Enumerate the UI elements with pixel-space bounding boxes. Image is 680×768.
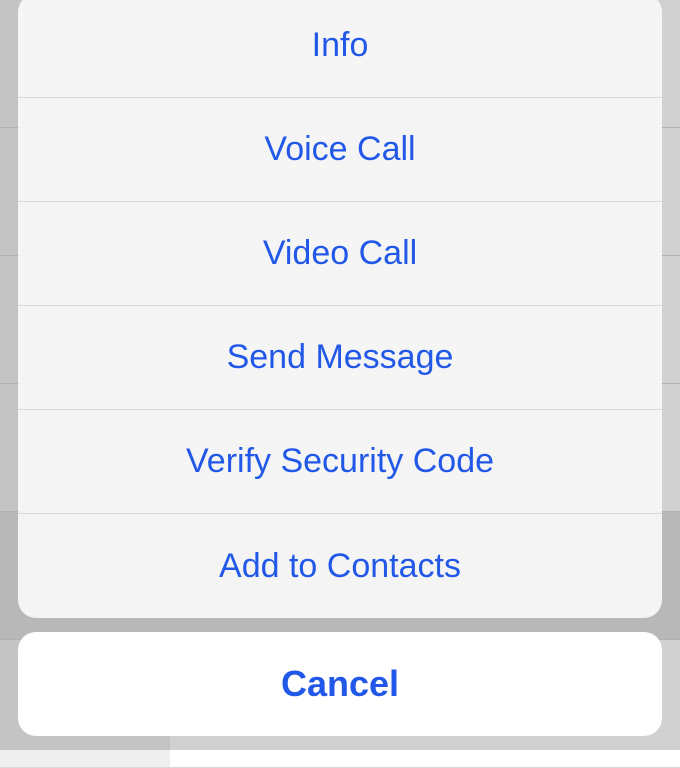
action-sheet: Info Voice Call Video Call Send Message …	[0, 0, 680, 750]
send-message-button[interactable]: Send Message	[18, 306, 662, 410]
info-button[interactable]: Info	[18, 0, 662, 98]
add-to-contacts-button[interactable]: Add to Contacts	[18, 514, 662, 618]
video-call-button[interactable]: Video Call	[18, 202, 662, 306]
voice-call-label: Voice Call	[264, 130, 415, 169]
cancel-button[interactable]: Cancel	[18, 632, 662, 736]
action-sheet-options: Info Voice Call Video Call Send Message …	[18, 0, 662, 618]
video-call-label: Video Call	[263, 234, 417, 273]
verify-security-code-button[interactable]: Verify Security Code	[18, 410, 662, 514]
verify-security-code-label: Verify Security Code	[186, 442, 494, 481]
add-to-contacts-label: Add to Contacts	[219, 547, 461, 586]
send-message-label: Send Message	[227, 338, 454, 377]
info-label: Info	[312, 26, 369, 65]
voice-call-button[interactable]: Voice Call	[18, 98, 662, 202]
cancel-label: Cancel	[281, 663, 399, 705]
